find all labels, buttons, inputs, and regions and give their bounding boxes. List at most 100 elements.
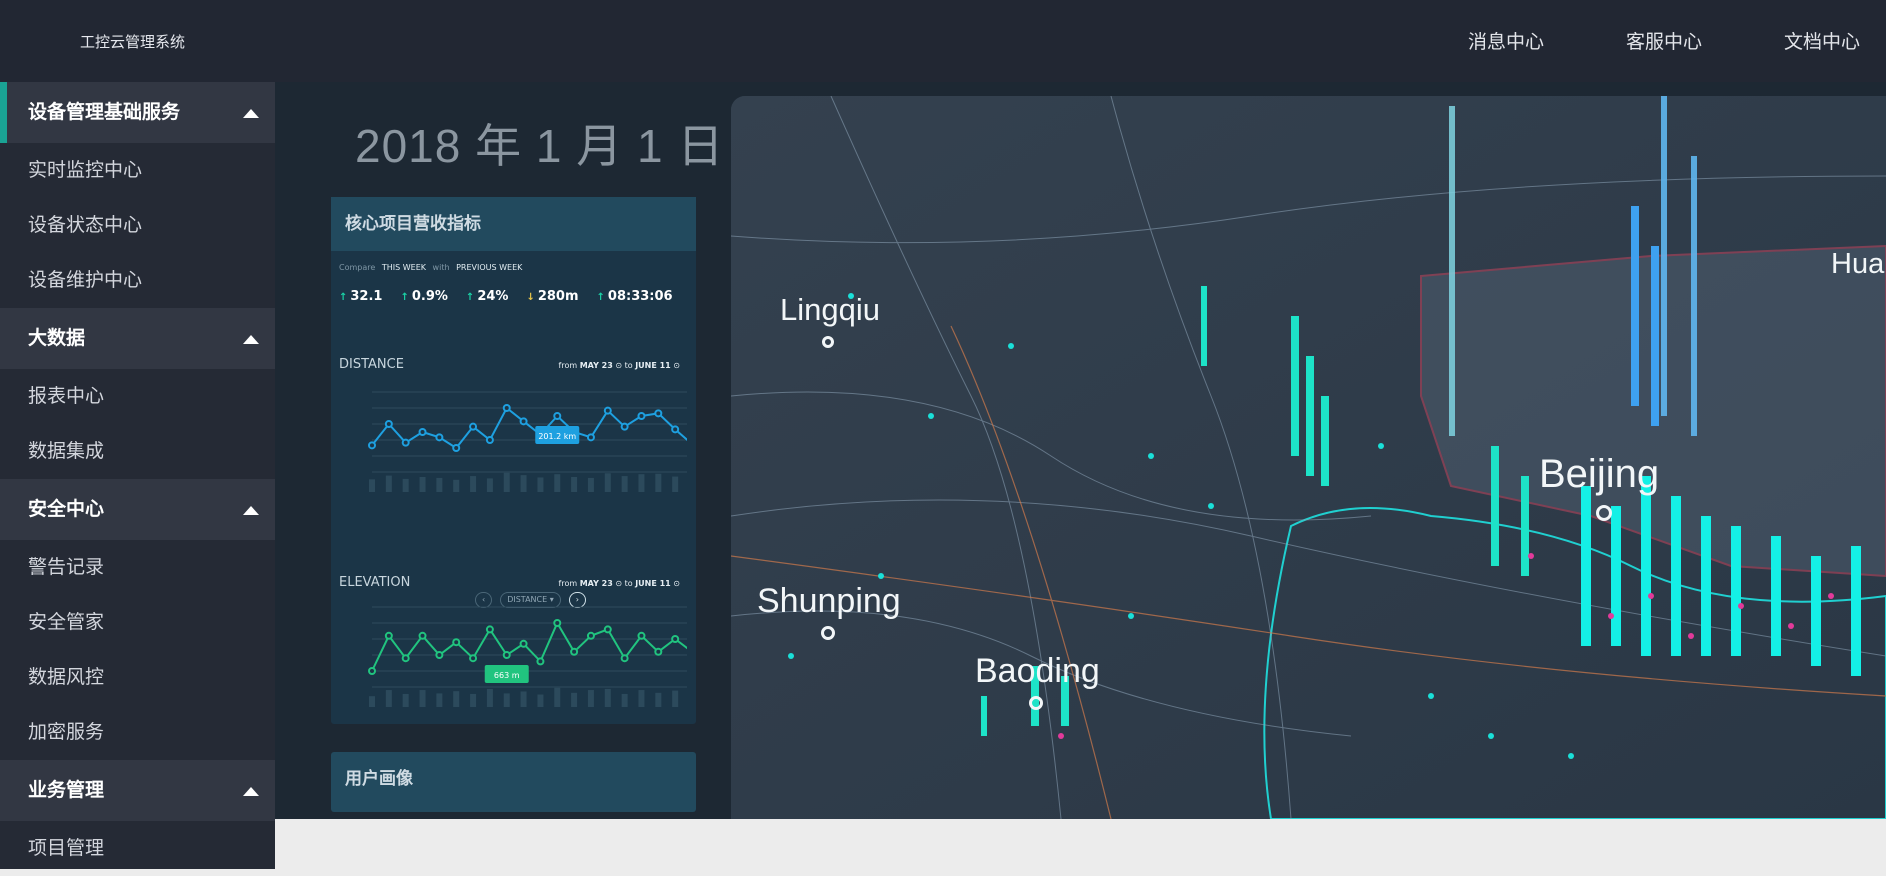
range-to-separator: to [624, 361, 633, 370]
sidebar-item-realtime-monitor[interactable]: 实时监控中心 [0, 143, 275, 198]
data-point[interactable] [536, 657, 545, 666]
data-point[interactable] [553, 619, 562, 627]
data-point[interactable] [502, 404, 511, 412]
volume-bar [638, 690, 645, 707]
data-point[interactable] [654, 647, 663, 656]
metric-value: 280m [537, 289, 579, 304]
volume-bar [672, 690, 679, 707]
range-to-separator: to [624, 579, 633, 588]
panel-title: 用户画像 [345, 769, 413, 789]
data-point[interactable] [452, 444, 461, 452]
city-name: Lingqiu [780, 292, 880, 327]
data-point[interactable] [586, 433, 595, 442]
data-point[interactable] [435, 651, 444, 659]
range-from[interactable]: MAY 23 [580, 579, 613, 588]
compare-previous[interactable]: PREVIOUS WEEK [456, 263, 522, 272]
footer-strip [275, 819, 1886, 869]
sidebar-group-device[interactable]: 设备管理基础服务 [0, 82, 275, 143]
dashboard-date: 2018 年 1 月 1 日 [355, 120, 725, 172]
data-point[interactable] [603, 406, 612, 415]
data-point[interactable] [368, 667, 376, 675]
volume-bar [672, 476, 679, 492]
data-point[interactable] [401, 654, 410, 663]
distance-chart: 201.2 km [368, 391, 687, 492]
metric-value: 24% [477, 289, 509, 304]
collapse-icon[interactable] [243, 109, 259, 118]
data-point[interactable] [553, 412, 562, 420]
sidebar-group-label: 设备管理基础服务 [28, 101, 181, 123]
sidebar-item-reports[interactable]: 报表中心 [0, 369, 275, 424]
sidebar-group-bigdata[interactable]: 大数据 [0, 308, 275, 369]
metrics-row: ↑ 32.1 ↑ 0.9% ↑ 24% ↓ 280m ↑ 08:33:06 [339, 289, 673, 304]
data-point[interactable] [469, 422, 478, 431]
nav-doc-center[interactable]: 文档中心 [1784, 27, 1860, 54]
data-point[interactable] [570, 647, 579, 656]
data-point[interactable] [620, 422, 629, 431]
data-point[interactable] [401, 438, 410, 447]
data-point[interactable] [418, 631, 427, 640]
volume-bar [486, 688, 493, 707]
arrow-up-icon: ↑ [596, 292, 605, 303]
nav-customer-service[interactable]: 客服中心 [1626, 27, 1702, 54]
data-point[interactable] [603, 625, 612, 634]
data-point[interactable] [637, 412, 646, 420]
map-view[interactable]: Lingqiu Shunping Baoding Beijing Hua [731, 96, 1886, 819]
volume-bar [621, 693, 628, 707]
data-point[interactable] [502, 651, 511, 659]
sidebar-item-encryption[interactable]: 加密服务 [0, 705, 275, 760]
collapse-icon[interactable] [243, 787, 259, 796]
sidebar-group-label: 大数据 [28, 327, 86, 349]
data-point[interactable] [671, 635, 680, 643]
data-point[interactable] [519, 417, 528, 426]
revenue-panel: 核心项目营收指标 Compare THIS WEEK with PREVIOUS… [331, 197, 696, 724]
data-point[interactable] [485, 625, 494, 634]
volume-bar [604, 473, 611, 492]
data-point[interactable] [586, 631, 595, 640]
collapse-icon[interactable] [243, 335, 259, 344]
sidebar-item-data-integration[interactable]: 数据集成 [0, 424, 275, 479]
sidebar-group-security[interactable]: 安全中心 [0, 479, 275, 540]
range-to[interactable]: JUNE 11 [635, 361, 671, 370]
data-point[interactable] [620, 654, 629, 663]
data-point[interactable] [435, 433, 444, 442]
sidebar-item-security-manager[interactable]: 安全管家 [0, 595, 275, 650]
metric-item: ↑ 32.1 [339, 289, 382, 304]
data-point[interactable] [519, 639, 528, 648]
data-point[interactable] [368, 441, 376, 450]
top-nav: 消息中心 客服中心 文档中心 [1468, 27, 1860, 54]
sidebar-item-project-management[interactable]: 项目管理 [0, 821, 275, 876]
data-point[interactable] [469, 654, 478, 663]
volume-bar [587, 690, 594, 707]
data-point[interactable] [452, 638, 461, 647]
city-marker-icon [822, 336, 834, 348]
data-point[interactable] [384, 420, 393, 428]
city-label-beijing: Beijing [1539, 452, 1659, 521]
sidebar-item-alert-log[interactable]: 警告记录 [0, 540, 275, 595]
volume-bar [453, 691, 460, 707]
collapse-icon[interactable] [243, 506, 259, 515]
sidebar-group-business[interactable]: 业务管理 [0, 760, 275, 821]
data-point[interactable] [418, 428, 427, 436]
sidebar-item-data-risk[interactable]: 数据风控 [0, 650, 275, 705]
compare-current[interactable]: THIS WEEK [382, 263, 426, 272]
volume-bar [537, 694, 544, 707]
data-point[interactable] [654, 409, 663, 418]
sidebar-item-device-maintenance[interactable]: 设备维护中心 [0, 253, 275, 308]
volume-bar [571, 477, 578, 492]
data-point[interactable] [384, 631, 393, 640]
range-to[interactable]: JUNE 11 [635, 579, 671, 588]
range-from[interactable]: MAY 23 [580, 361, 613, 370]
volume-bar [419, 690, 426, 707]
volume-bar [470, 476, 477, 492]
range-from-label: from [558, 579, 578, 588]
sidebar-item-device-status[interactable]: 设备状态中心 [0, 198, 275, 253]
volume-bar [554, 474, 561, 492]
nav-message-center[interactable]: 消息中心 [1468, 27, 1544, 54]
distance-title: DISTANCE [339, 357, 404, 372]
data-point[interactable] [671, 425, 680, 434]
data-point[interactable] [485, 436, 494, 444]
series-line [371, 620, 687, 672]
city-marker-icon [1029, 696, 1043, 710]
data-point[interactable] [637, 631, 646, 640]
volume-bar [419, 477, 426, 492]
